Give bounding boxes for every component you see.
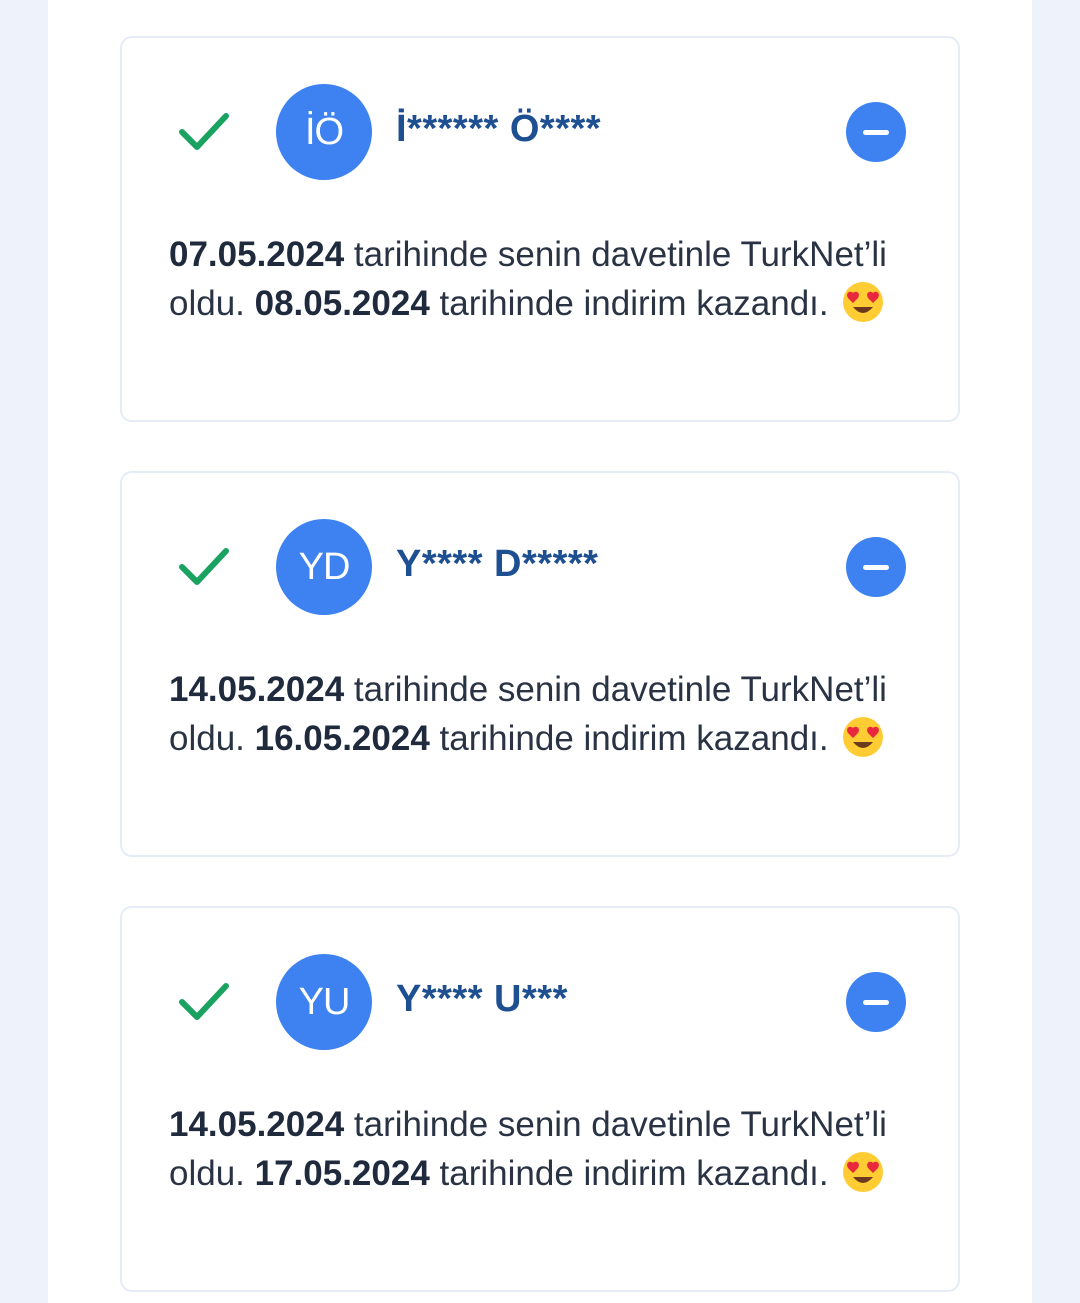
referral-card: YU Y**** U*** 14.05.2024 tarihinde senin… — [120, 906, 960, 1292]
heart-eyes-emoji-icon — [843, 282, 884, 322]
avatar: İÖ — [276, 84, 372, 180]
remove-button[interactable] — [846, 537, 906, 597]
discount-date: 08.05.2024 — [254, 284, 430, 323]
referral-card: İÖ İ****** Ö**** 07.05.2024 tarihinde se… — [120, 36, 960, 422]
referral-list-panel: İÖ İ****** Ö**** 07.05.2024 tarihinde se… — [48, 0, 1032, 1303]
minus-icon — [863, 129, 889, 135]
minus-icon — [863, 564, 889, 570]
referral-name: Y**** U*** — [396, 978, 568, 1020]
check-icon — [179, 548, 229, 585]
discount-text: tarihinde indirim kazandı. — [429, 284, 829, 323]
check-icon — [179, 113, 229, 150]
discount-text: tarihinde indirim kazandı. — [429, 1154, 829, 1193]
check-icon — [179, 983, 229, 1020]
remove-button[interactable] — [846, 102, 906, 162]
joined-date: 14.05.2024 — [169, 1105, 345, 1144]
discount-text: tarihinde indirim kazandı. — [429, 719, 829, 758]
referral-name: Y**** D***** — [396, 543, 599, 585]
heart-eyes-emoji-icon — [843, 717, 884, 757]
joined-date: 14.05.2024 — [169, 670, 345, 709]
joined-date: 07.05.2024 — [169, 235, 345, 274]
referral-card: YD Y**** D***** 14.05.2024 tarihinde sen… — [120, 471, 960, 857]
avatar: YD — [276, 519, 372, 615]
avatar: YU — [276, 954, 372, 1050]
referral-name: İ****** Ö**** — [396, 108, 602, 150]
referral-description: 07.05.2024 tarihinde senin davetinle Tur… — [169, 230, 929, 328]
referral-description: 14.05.2024 tarihinde senin davetinle Tur… — [169, 665, 929, 763]
referral-description: 14.05.2024 tarihinde senin davetinle Tur… — [169, 1100, 929, 1198]
heart-eyes-emoji-icon — [843, 1152, 884, 1192]
minus-icon — [863, 999, 889, 1005]
discount-date: 17.05.2024 — [254, 1154, 430, 1193]
remove-button[interactable] — [846, 972, 906, 1032]
discount-date: 16.05.2024 — [254, 719, 430, 758]
